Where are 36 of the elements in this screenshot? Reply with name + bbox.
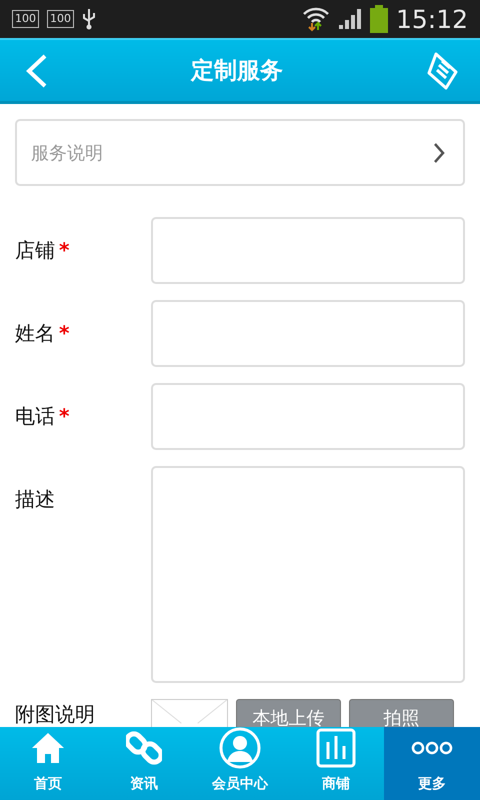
required-asterisk: * (59, 238, 70, 262)
required-asterisk: * (59, 404, 70, 428)
person-icon (219, 727, 261, 769)
field-label: 附图说明 (15, 701, 96, 727)
more-icon (411, 741, 453, 755)
clock: 15:12 (396, 4, 468, 34)
field-label: 店铺 (15, 238, 55, 262)
page-title: 定制服务 (191, 57, 283, 86)
input-field[interactable] (151, 300, 465, 367)
input-field[interactable] (151, 383, 465, 450)
upload-button[interactable]: 本地上传 (236, 699, 341, 727)
bar-chart-icon (316, 728, 356, 768)
input-field[interactable] (151, 217, 465, 284)
nav-tab[interactable]: 资讯 (96, 727, 192, 800)
field-label: 姓名 (15, 321, 55, 345)
battery-level-icon: 100 (47, 10, 74, 28)
upload-button[interactable]: 拍照 (349, 699, 454, 727)
home-icon (30, 731, 66, 765)
required-asterisk: * (59, 321, 70, 345)
field-label: 电话 (15, 404, 55, 428)
scroll-icon[interactable] (426, 50, 460, 90)
nav-tab[interactable]: 更多 (384, 727, 480, 800)
link-icon (126, 730, 162, 766)
signal-icon (338, 8, 362, 30)
description-field[interactable] (151, 466, 465, 683)
nav-tab[interactable]: 首页 (0, 727, 96, 800)
wifi-icon (302, 6, 330, 32)
back-icon[interactable] (24, 54, 48, 88)
nav-tab[interactable]: 会员中心 (192, 727, 288, 800)
chevron-icon (433, 142, 445, 164)
field-label: 描述 (15, 487, 55, 511)
battery-icon (370, 5, 388, 33)
nav-tab[interactable]: 商铺 (288, 727, 384, 800)
battery-level-icon: 100 (12, 10, 39, 28)
service-description-row[interactable]: 服务说明 (15, 119, 465, 186)
usb-icon (82, 8, 96, 30)
